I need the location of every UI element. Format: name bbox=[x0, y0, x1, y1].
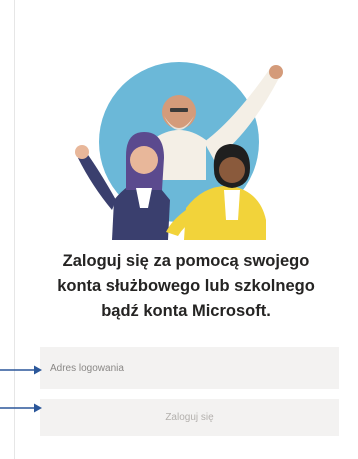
sign-in-heading-line-2: konta służbowego lub szkolnego bbox=[57, 277, 315, 295]
stage: Zaloguj się za pomocą swojego konta służ… bbox=[0, 0, 358, 459]
sign-in-heading-line-3: bądź konta Microsoft. bbox=[101, 302, 271, 320]
pointer-arrow-icon bbox=[0, 365, 42, 375]
sign-in-button[interactable]: Zaloguj się bbox=[40, 399, 339, 436]
sign-in-address-input[interactable] bbox=[40, 347, 339, 389]
pointer-arrow-icon bbox=[0, 403, 42, 413]
welcome-illustration bbox=[75, 62, 283, 240]
sign-in-heading-line-1: Zaloguj się za pomocą swojego bbox=[62, 252, 310, 270]
